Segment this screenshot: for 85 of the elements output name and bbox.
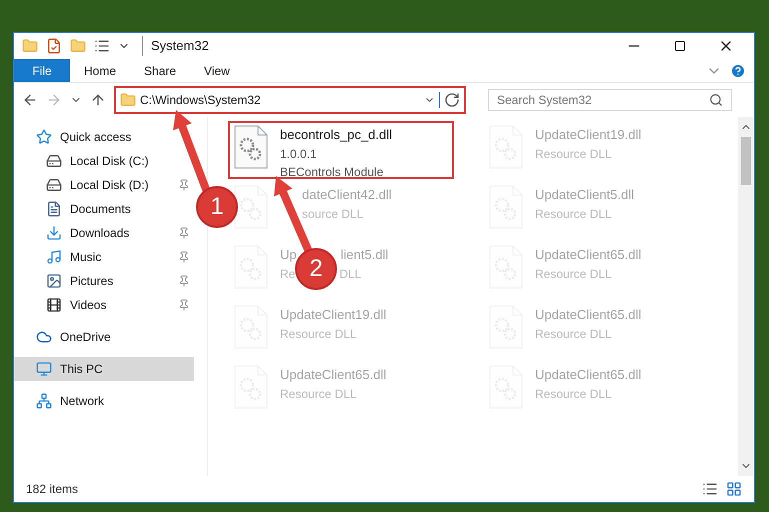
properties-icon bbox=[46, 38, 62, 54]
sidebar-label: Quick access bbox=[60, 129, 132, 146]
sidebar-item[interactable]: This PC bbox=[14, 357, 194, 381]
file-name: Up bbox=[280, 246, 297, 264]
sidebar-item[interactable]: Local Disk (D:) bbox=[14, 173, 194, 197]
cloud-icon bbox=[36, 329, 52, 345]
sidebar-item[interactable]: Videos bbox=[14, 293, 194, 317]
file-detail: DLL bbox=[339, 266, 362, 282]
address-path: C:\Windows\System32 bbox=[140, 92, 262, 109]
maximize-icon[interactable] bbox=[674, 40, 686, 52]
folder-icon bbox=[120, 92, 136, 108]
file-detail: Resource DLL bbox=[280, 326, 357, 342]
sidebar-label: Pictures bbox=[70, 273, 114, 290]
document-icon bbox=[46, 201, 62, 217]
sidebar-label: Documents bbox=[70, 201, 132, 218]
download-arrow-icon bbox=[46, 225, 62, 241]
file-detail: Resource DLL bbox=[535, 326, 612, 342]
star-icon bbox=[36, 129, 52, 145]
monitor-icon bbox=[36, 361, 52, 377]
view-list-icon bbox=[94, 38, 110, 54]
file-detail: Re bbox=[280, 266, 296, 282]
file-name: dateClient42.dll bbox=[302, 186, 392, 204]
ribbon-tab[interactable]: Share bbox=[130, 59, 190, 82]
sidebar-label: Music bbox=[70, 249, 102, 266]
scroll-thumb[interactable] bbox=[741, 137, 751, 185]
ribbon-tab[interactable]: File bbox=[14, 59, 70, 82]
search-field[interactable]: Search System32 bbox=[488, 89, 732, 111]
sidebar-item[interactable]: Quick access bbox=[14, 125, 194, 149]
file-detail: BEControls Module bbox=[280, 164, 384, 180]
scrollbar[interactable] bbox=[738, 117, 754, 476]
gear-file-icon bbox=[234, 185, 268, 229]
details-view-icon[interactable] bbox=[702, 481, 718, 497]
music-note-icon bbox=[46, 249, 62, 265]
address-bar[interactable]: C:\Windows\System32 bbox=[114, 86, 466, 114]
file-name: UpdateClient19.dll bbox=[280, 306, 386, 324]
item-count: 182 items bbox=[26, 481, 80, 498]
search-icon bbox=[709, 93, 723, 107]
help-icon[interactable] bbox=[730, 62, 746, 78]
sidebar-label: This PC bbox=[60, 361, 104, 378]
sidebar-item[interactable]: Local Disk (C:) bbox=[14, 149, 194, 173]
file-detail: source DLL bbox=[302, 206, 364, 222]
sidebar-item[interactable]: Network bbox=[14, 389, 194, 413]
address-caret-icon[interactable] bbox=[424, 92, 440, 108]
sidebar-item[interactable]: Documents bbox=[14, 197, 194, 221]
refresh-icon[interactable] bbox=[444, 92, 460, 108]
ribbon-tab[interactable]: View bbox=[190, 59, 244, 82]
sidebar-label: Local Disk (C:) bbox=[70, 153, 150, 170]
sidebar-item[interactable]: Music bbox=[14, 245, 194, 269]
large-icons-view-icon[interactable] bbox=[726, 481, 742, 497]
sidebar-item[interactable]: OneDrive bbox=[14, 325, 194, 349]
sidebar-label: Local Disk (D:) bbox=[70, 177, 150, 194]
gear-file-icon bbox=[234, 125, 268, 169]
window-title: System32 bbox=[142, 36, 606, 56]
file-detail: Resource DLL bbox=[535, 206, 612, 222]
sidebar-label: Network bbox=[60, 393, 106, 410]
sidebar-label: Downloads bbox=[70, 225, 130, 242]
hard-drive-icon bbox=[46, 153, 62, 169]
file-detail: 1.0.0.1 bbox=[280, 146, 317, 162]
file-name: UpdateClient65.dll bbox=[280, 366, 386, 384]
file-detail: Resource DLL bbox=[280, 386, 357, 402]
file-name: UpdateClient19.dll bbox=[535, 126, 642, 144]
search-input[interactable]: Search System32 bbox=[497, 91, 709, 109]
file-name: UpdateClient65.dll bbox=[535, 306, 642, 324]
file-name: UpdateClient5.dll bbox=[535, 186, 634, 204]
sidebar-label: Videos bbox=[70, 297, 108, 314]
sidebar-label: OneDrive bbox=[60, 329, 112, 346]
file-tile[interactable]: becontrols_pc_d.dll 1.0.0.1 BEControls Module bbox=[228, 121, 454, 179]
folder-icon bbox=[22, 38, 38, 54]
file-name: UpdateClient65.dll bbox=[535, 246, 642, 264]
sidebar-item[interactable]: Pictures bbox=[14, 269, 194, 293]
hard-drive-icon bbox=[46, 177, 62, 193]
file-name: becontrols_pc_d.dll bbox=[280, 126, 392, 144]
picture-icon bbox=[46, 273, 62, 289]
ribbon-tab[interactable]: Home bbox=[70, 59, 130, 82]
sidebar-item[interactable]: Downloads bbox=[14, 221, 194, 245]
film-icon bbox=[46, 297, 62, 313]
up-icon[interactable] bbox=[90, 92, 106, 108]
back-icon[interactable] bbox=[22, 92, 38, 108]
file-detail: Resource DLL bbox=[535, 146, 612, 162]
network-icon bbox=[36, 393, 52, 409]
file-detail: Resource DLL bbox=[535, 266, 612, 282]
file-name: UpdateClient65.dll bbox=[535, 366, 642, 384]
new-folder-icon bbox=[70, 38, 86, 54]
file-name: lient5.dll bbox=[340, 246, 388, 264]
file-detail: Resource DLL bbox=[535, 386, 612, 402]
